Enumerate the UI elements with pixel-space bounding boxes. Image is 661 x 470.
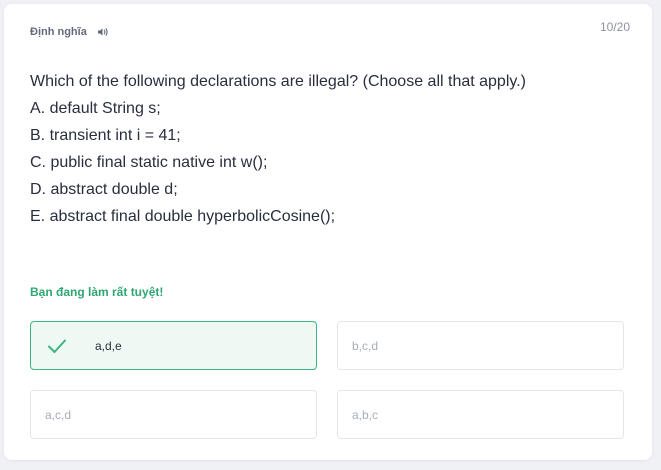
question-counter: 10/20 [599, 20, 630, 34]
answer-option-4[interactable]: a,b,c [337, 390, 624, 439]
check-icon [47, 338, 71, 354]
card-header: Định nghĩa [30, 26, 109, 38]
question-prompt: Which of the following declarations are … [30, 73, 526, 90]
quiz-card: Định nghĩa 10/20 Which of the following … [4, 4, 652, 460]
question-line-c: C. public final static native int w(); [30, 154, 268, 171]
question-line-d: D. abstract double d; [30, 181, 178, 198]
answer-option-label: a,d,e [95, 338, 122, 353]
feedback-message: Bạn đang làm rất tuyệt! [30, 285, 164, 299]
speaker-icon[interactable] [97, 27, 109, 37]
category-label: Định nghĩa [30, 26, 87, 38]
question-line-b: B. transient int i = 41; [30, 127, 181, 144]
answer-option-label: a,c,d [45, 407, 72, 422]
answer-option-label: a,b,c [352, 407, 379, 422]
answer-option-3[interactable]: a,c,d [30, 390, 317, 439]
answer-option-2[interactable]: b,c,d [337, 321, 624, 370]
question-text: Which of the following declarations are … [30, 68, 630, 230]
answer-option-label: b,c,d [352, 338, 379, 353]
question-line-e: E. abstract final double hyperbolicCosin… [30, 208, 336, 225]
answer-option-1[interactable]: a,d,e [30, 321, 317, 370]
question-line-a: A. default String s; [30, 100, 161, 117]
